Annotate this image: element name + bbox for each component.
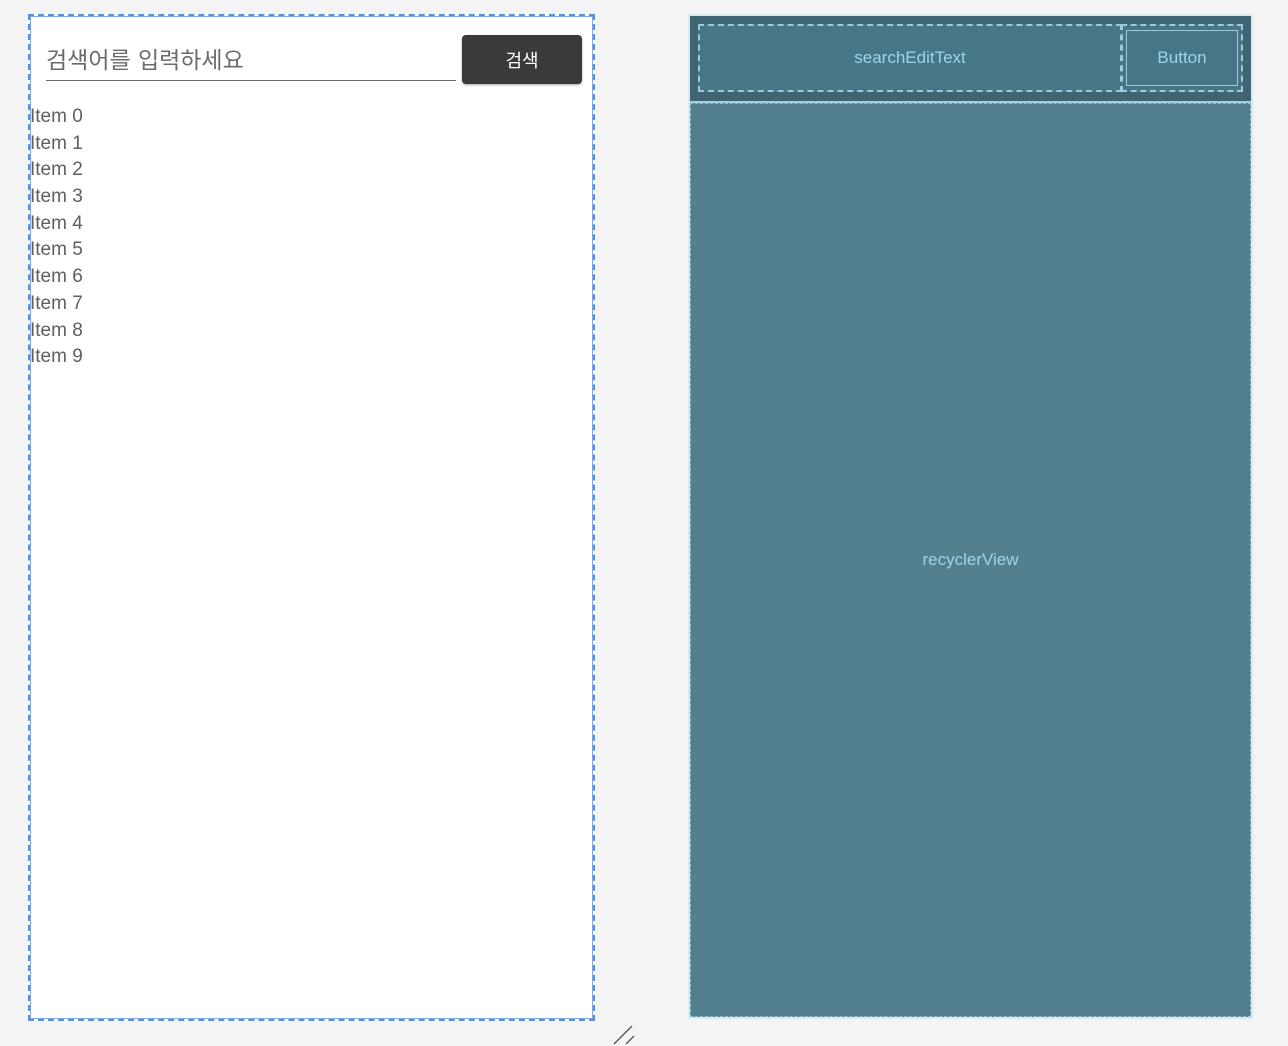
list-item[interactable]: Item 5 bbox=[30, 237, 83, 264]
blueprint-preview[interactable]: searchEditText Button recyclerView bbox=[688, 14, 1253, 1019]
list-item[interactable]: Item 4 bbox=[30, 211, 83, 238]
design-preview[interactable]: 검색 Item 0 Item 1 Item 2 Item 3 Item 4 It… bbox=[28, 14, 595, 1021]
list-item[interactable]: Item 7 bbox=[30, 291, 83, 318]
search-button[interactable]: 검색 bbox=[462, 35, 582, 84]
blueprint-search-edittext[interactable]: searchEditText bbox=[698, 24, 1122, 92]
list-item[interactable]: Item 8 bbox=[30, 318, 83, 345]
layout-editor-canvas: 검색 Item 0 Item 1 Item 2 Item 3 Item 4 It… bbox=[0, 0, 1288, 1046]
blueprint-recycler-label: recyclerView bbox=[922, 550, 1019, 569]
blueprint-button-inner: Button bbox=[1126, 30, 1238, 86]
blueprint-button-label: Button bbox=[1157, 48, 1207, 67]
search-input[interactable] bbox=[46, 42, 456, 81]
list-item[interactable]: Item 6 bbox=[30, 264, 83, 291]
resize-handle-icon[interactable] bbox=[610, 1024, 636, 1046]
list-item[interactable]: Item 2 bbox=[30, 157, 83, 184]
item-list[interactable]: Item 0 Item 1 Item 2 Item 3 Item 4 Item … bbox=[30, 104, 83, 371]
list-item[interactable]: Item 3 bbox=[30, 184, 83, 211]
blueprint-recyclerview[interactable]: recyclerView bbox=[690, 103, 1251, 1017]
blueprint-button[interactable]: Button bbox=[1121, 24, 1243, 92]
list-item[interactable]: Item 9 bbox=[30, 344, 83, 371]
list-item[interactable]: Item 1 bbox=[30, 131, 83, 158]
list-item[interactable]: Item 0 bbox=[30, 104, 83, 131]
blueprint-search-bar[interactable]: searchEditText Button bbox=[690, 16, 1251, 103]
blueprint-edittext-label: searchEditText bbox=[854, 48, 966, 67]
